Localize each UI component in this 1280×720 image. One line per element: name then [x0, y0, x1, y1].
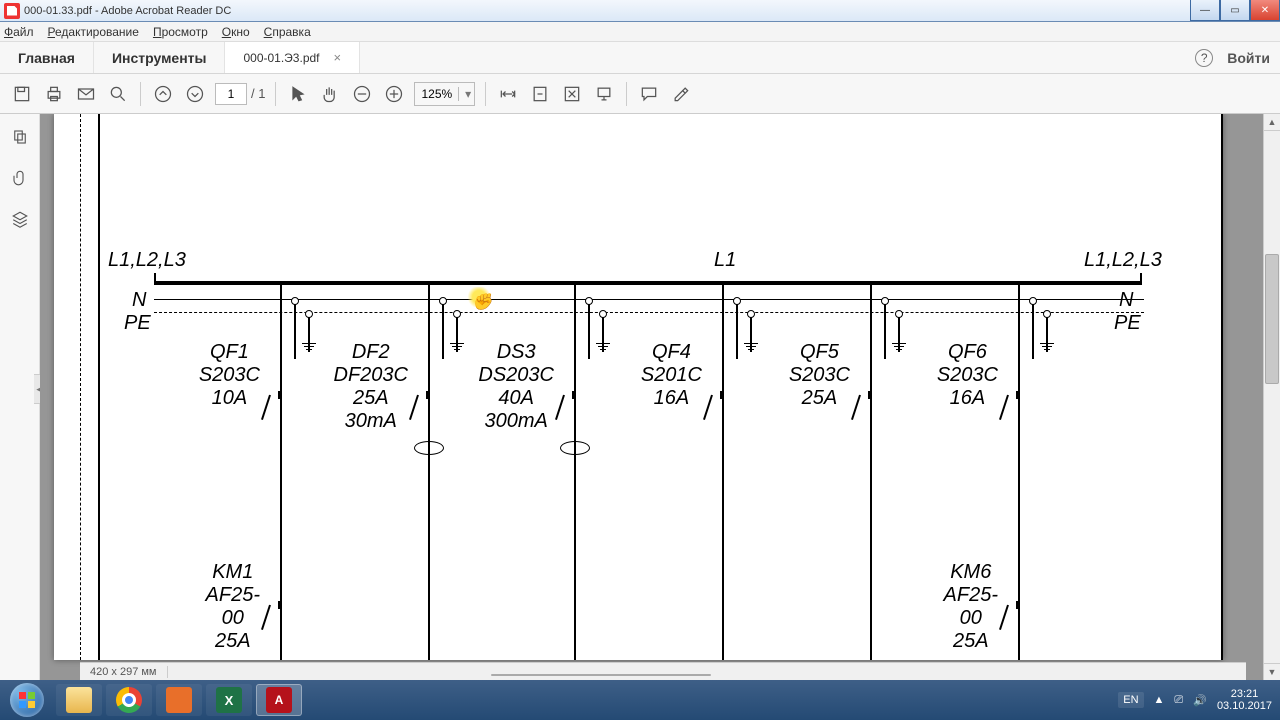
select-tool-icon[interactable] — [286, 82, 310, 106]
tab-tools[interactable]: Инструменты — [94, 42, 226, 73]
taskbar-explorer[interactable] — [56, 684, 102, 716]
layers-icon[interactable] — [11, 210, 29, 233]
pdf-page: L1,L2,L3 L1 L1,L2,L3 N PE N PE ✊ QF1S203… — [54, 114, 1223, 660]
menu-help[interactable]: Справка — [264, 25, 311, 39]
breaker-label: DS3DS203C40A300mA — [478, 341, 554, 433]
page-total: / 1 — [251, 86, 265, 101]
print-icon[interactable] — [42, 82, 66, 106]
chevron-down-icon: ▾ — [458, 87, 474, 101]
tray-network-icon[interactable]: ⎚ — [1174, 694, 1183, 707]
fullscreen-icon[interactable] — [560, 82, 584, 106]
busbar-n — [154, 299, 1144, 300]
help-icon[interactable]: ? — [1195, 49, 1213, 67]
tray-clock[interactable]: 23:2103.10.2017 — [1217, 688, 1272, 712]
page-up-icon[interactable] — [151, 82, 175, 106]
menu-bar: Файл Редактирование Просмотр Окно Справк… — [0, 22, 1280, 42]
start-button[interactable] — [0, 680, 54, 720]
busbar-pe — [154, 312, 1144, 313]
thumbnails-icon[interactable] — [11, 128, 29, 151]
horizontal-scrollbar[interactable]: 420 x 297 мм — [80, 662, 1246, 680]
label-n-left: N — [132, 289, 146, 312]
tab-bar: Главная Инструменты 000-01.Э3.pdf × ? Во… — [0, 42, 1280, 74]
taskbar-app-orange[interactable] — [156, 684, 202, 716]
label-phase-right: L1,L2,L3 — [1084, 249, 1162, 272]
taskbar-chrome[interactable] — [106, 684, 152, 716]
tab-document[interactable]: 000-01.Э3.pdf × — [225, 42, 360, 73]
menu-window[interactable]: Окно — [222, 25, 250, 39]
label-pe-left: PE — [124, 312, 151, 335]
side-panel: ◂ — [0, 114, 40, 680]
maximize-button[interactable]: ▭ — [1220, 0, 1250, 21]
label-phase-mid: L1 — [714, 249, 736, 272]
document-viewport[interactable]: L1,L2,L3 L1 L1,L2,L3 N PE N PE ✊ QF1S203… — [40, 114, 1263, 680]
label-phase-left: L1,L2,L3 — [108, 249, 186, 272]
menu-file[interactable]: Файл — [4, 25, 34, 39]
system-tray: EN ▲ ⎚ 🔊 23:2103.10.2017 — [1118, 688, 1280, 712]
hand-cursor-icon: ✊ — [472, 292, 492, 312]
breaker-label: QF6S203C16A — [937, 341, 998, 410]
highlight-icon[interactable] — [669, 82, 693, 106]
taskbar-excel[interactable]: X — [206, 684, 252, 716]
hand-tool-icon[interactable] — [318, 82, 342, 106]
menu-view[interactable]: Просмотр — [153, 25, 208, 39]
windows-orb-icon — [10, 683, 44, 717]
tab-document-label: 000-01.Э3.pdf — [243, 51, 319, 65]
comment-icon[interactable] — [637, 82, 661, 106]
contactor-label: KM6AF25-0025A — [944, 561, 998, 653]
tray-sound-icon[interactable]: 🔊 — [1193, 694, 1207, 707]
breaker-label: DF2DF203C25A30mA — [334, 341, 408, 433]
toolbar: / 1 125%▾ — [0, 74, 1280, 114]
window-title: 000-01.33.pdf - Adobe Acrobat Reader DC — [24, 5, 231, 17]
tray-lang[interactable]: EN — [1118, 692, 1143, 708]
tray-flag-icon[interactable]: ▲ — [1154, 694, 1165, 706]
taskbar: X A EN ▲ ⎚ 🔊 23:2103.10.2017 — [0, 680, 1280, 720]
window-titlebar: 000-01.33.pdf - Adobe Acrobat Reader DC … — [0, 0, 1280, 22]
zoom-out-icon[interactable] — [350, 82, 374, 106]
zoom-in-icon[interactable] — [382, 82, 406, 106]
close-button[interactable]: ✕ — [1250, 0, 1280, 21]
fit-page-icon[interactable] — [528, 82, 552, 106]
breaker-label: QF5S203C25A — [789, 341, 850, 410]
email-icon[interactable] — [74, 82, 98, 106]
breaker-label: QF1S203C10A — [199, 341, 260, 410]
zoom-select[interactable]: 125%▾ — [414, 82, 475, 106]
hscroll-thumb[interactable] — [491, 674, 711, 676]
attachments-icon[interactable] — [11, 169, 29, 192]
vscroll-thumb[interactable] — [1265, 254, 1279, 384]
label-pe-right: PE — [1114, 312, 1141, 335]
vertical-scrollbar[interactable]: ▲ ▼ — [1263, 114, 1280, 680]
scroll-up-icon[interactable]: ▲ — [1264, 114, 1280, 131]
tab-home[interactable]: Главная — [0, 42, 94, 73]
taskbar-acrobat[interactable]: A — [256, 684, 302, 716]
breaker-label: QF4S201C16A — [641, 341, 702, 410]
page-input[interactable] — [215, 83, 247, 105]
scroll-down-icon[interactable]: ▼ — [1264, 663, 1280, 680]
login-link[interactable]: Войти — [1227, 50, 1270, 66]
save-icon[interactable] — [10, 82, 34, 106]
menu-edit[interactable]: Редактирование — [48, 25, 139, 39]
tab-close-icon[interactable]: × — [334, 50, 342, 65]
minimize-button[interactable]: — — [1190, 0, 1220, 21]
page-size-status: 420 x 297 мм — [80, 666, 168, 678]
fit-width-icon[interactable] — [496, 82, 520, 106]
label-n-right: N — [1119, 289, 1133, 312]
app-icon — [4, 3, 20, 19]
search-icon[interactable] — [106, 82, 130, 106]
page-down-icon[interactable] — [183, 82, 207, 106]
contactor-label: KM1AF25-0025A — [206, 561, 260, 653]
read-mode-icon[interactable] — [592, 82, 616, 106]
page-indicator: / 1 — [215, 83, 265, 105]
busbar-l — [154, 281, 1142, 285]
